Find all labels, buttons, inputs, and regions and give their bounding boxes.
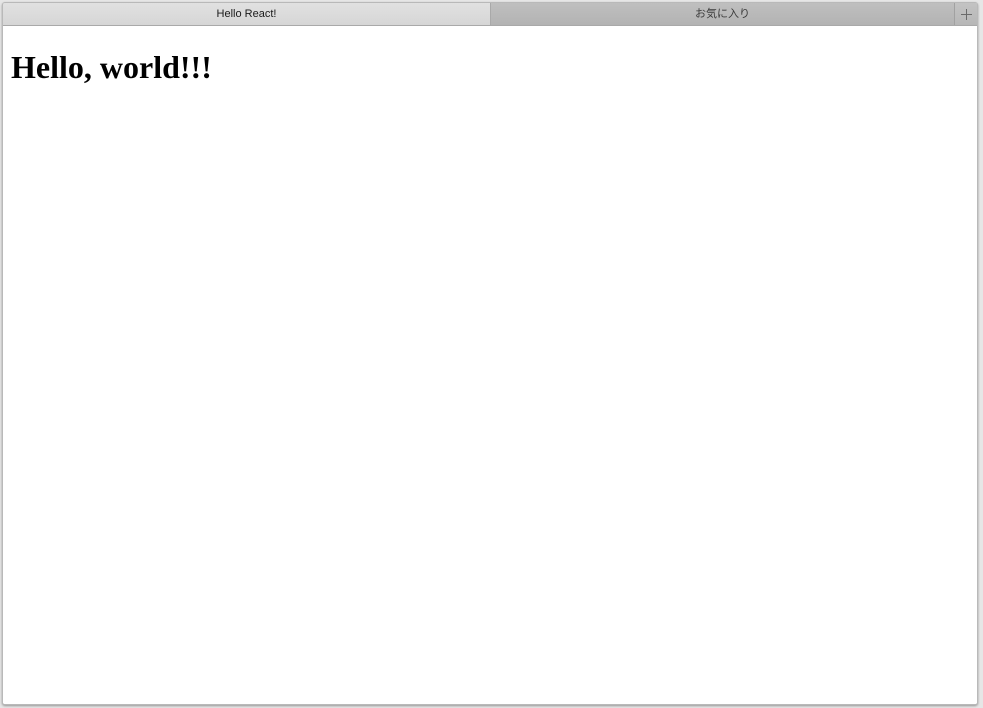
tab-label: お気に入り [695,8,750,20]
tab-bar: Hello React! お気に入り [3,3,977,26]
tab-favorites[interactable]: お気に入り [491,3,955,25]
new-tab-button[interactable] [955,3,977,25]
page-heading: Hello, world!!! [11,49,212,85]
plus-icon [960,8,972,20]
tab-label: Hello React! [216,8,277,20]
browser-window: Hello React! お気に入り Hello, world!!! [2,2,978,705]
page-content: Hello, world!!! [3,26,977,704]
tab-hello-react[interactable]: Hello React! [3,3,491,25]
